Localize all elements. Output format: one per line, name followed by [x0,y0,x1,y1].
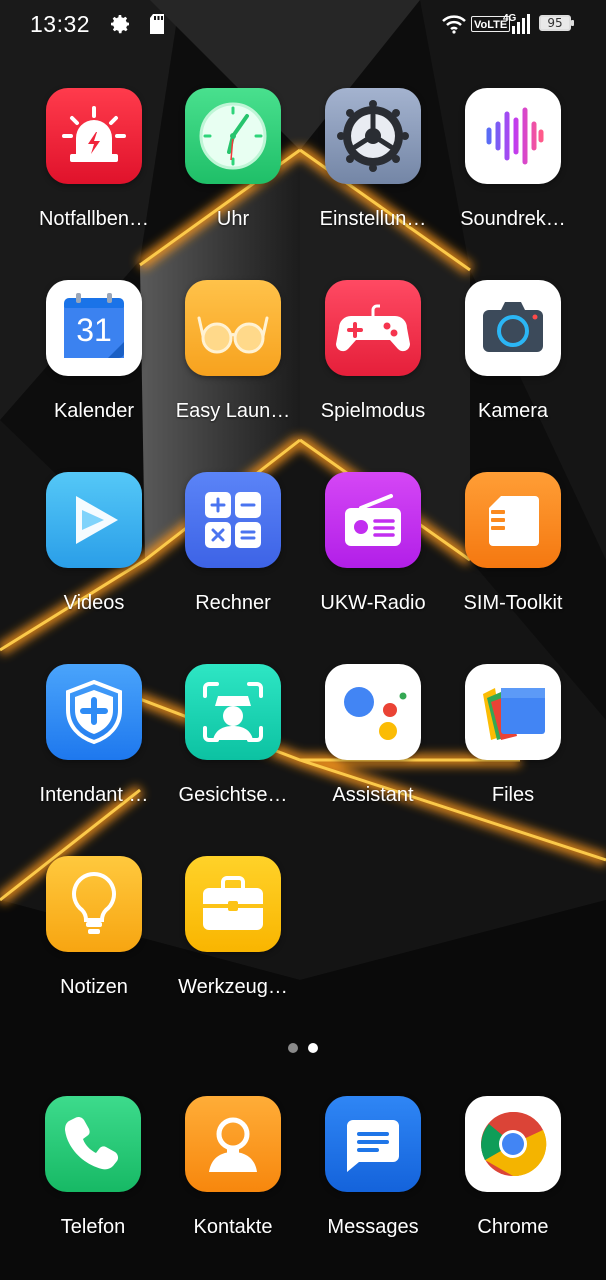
camera-icon [465,280,561,376]
app-label: Intendant … [39,784,149,806]
phone-icon [45,1096,141,1192]
app-rechner[interactable]: Rechner [163,472,303,615]
app-label: Files [491,784,535,806]
messages-icon [325,1096,421,1192]
battery-icon: 95 [539,15,574,31]
contact-person-icon [185,1096,281,1192]
page-dot-2[interactable] [308,1043,318,1053]
signal-strength-icon [510,14,530,39]
google-assistant-icon [325,664,421,760]
app-videos[interactable]: Videos [24,472,164,615]
wifi-icon [441,14,467,39]
shield-plus-icon [46,664,142,760]
status-bar: 13:32 VoLTE 4G 95 [0,0,606,50]
app-notizen[interactable]: Notizen [24,856,164,999]
app-label: Kontakte [193,1216,273,1238]
app-intendant[interactable]: Intendant … [24,664,164,807]
settings-gear-icon [325,88,421,184]
status-clock: 13:32 [30,11,91,37]
sim-card-icon [465,472,561,568]
clock-icon [185,88,281,184]
sd-card-icon [148,12,166,41]
app-label: Einstellun… [319,208,427,230]
app-label: Telefon [60,1216,126,1238]
play-icon [46,472,142,568]
app-kalender[interactable]: 31 Kalender [24,280,164,423]
app-gesichtserkennung[interactable]: Gesichtse… [163,664,303,807]
dock-app-telefon[interactable]: Telefon [23,1096,163,1239]
toolbox-icon [185,856,281,952]
app-label: Assistant [332,784,414,806]
dock-app-kontakte[interactable]: Kontakte [163,1096,303,1239]
calculator-icon [185,472,281,568]
app-label: Kalender [53,400,135,422]
app-label: Videos [63,592,125,614]
app-ukw-radio[interactable]: UKW-Radio [303,472,443,615]
app-label: Notfallben… [38,208,150,230]
app-soundrekorder[interactable]: Soundrek… [443,88,583,231]
app-assistant[interactable]: Assistant [303,664,443,807]
app-werkzeuge[interactable]: Werkzeug… [163,856,303,999]
calendar-icon: 31 [46,280,142,376]
app-kamera[interactable]: Kamera [443,280,583,423]
gamepad-icon [325,280,421,376]
lightbulb-icon [46,856,142,952]
files-folder-icon [465,664,561,760]
app-spielmodus[interactable]: Spielmodus [303,280,443,423]
app-sim-toolkit[interactable]: SIM-Toolkit [443,472,583,615]
gear-icon [108,12,132,41]
app-label: UKW-Radio [320,592,426,614]
app-label: Rechner [195,592,271,614]
app-label: Werkzeug… [178,976,288,998]
app-label: Easy Laun… [175,400,291,422]
glasses-icon [185,280,281,376]
sound-wave-icon [465,88,561,184]
app-label: Spielmodus [320,400,426,422]
app-label: Uhr [216,208,250,230]
app-label: Kamera [477,400,549,422]
app-label: Notizen [60,976,128,998]
dock-app-chrome[interactable]: Chrome [443,1096,583,1239]
dock-app-messages[interactable]: Messages [303,1096,443,1239]
app-easy-launcher[interactable]: Easy Laun… [163,280,303,423]
emergency-siren-icon [46,88,142,184]
app-label: Chrome [477,1216,549,1238]
face-scan-icon [185,664,281,760]
app-einstellungen[interactable]: Einstellun… [303,88,443,231]
app-label: Messages [327,1216,419,1238]
battery-level: 95 [547,16,563,30]
chrome-icon [465,1096,561,1192]
app-uhr[interactable]: Uhr [163,88,303,231]
app-notfallbenachrichtigung[interactable]: Notfallben… [24,88,164,231]
radio-icon [325,472,421,568]
app-label: SIM-Toolkit [463,592,563,614]
app-label: Soundrek… [460,208,566,230]
page-dot-1[interactable] [288,1043,298,1053]
app-label: Gesichtse… [178,784,288,806]
app-files[interactable]: Files [443,664,583,807]
page-indicator [0,1040,606,1053]
calendar-day: 31 [76,312,112,348]
